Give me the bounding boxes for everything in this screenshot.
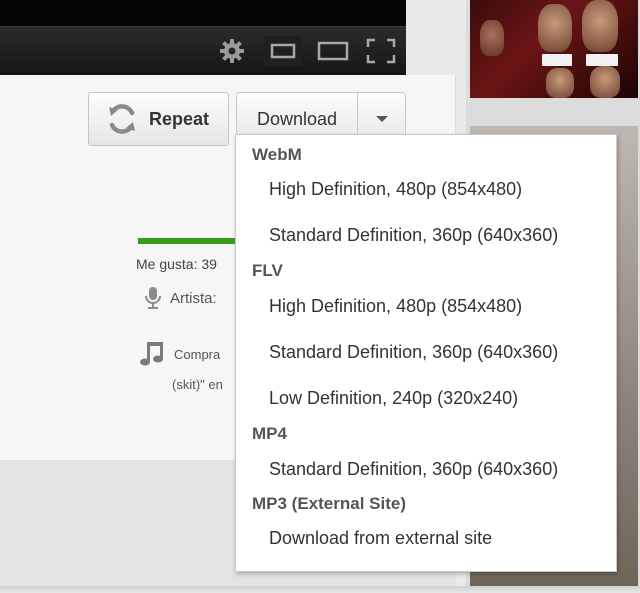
download-label: Download <box>256 108 338 129</box>
menu-group-header: MP4 <box>252 424 287 443</box>
buy-link[interactable]: Compra <box>174 340 220 368</box>
menu-item-flv-480p[interactable]: High Definition, 480p (854x480) <box>269 296 522 317</box>
video-area[interactable] <box>0 0 406 26</box>
menu-item-flv-240p[interactable]: Low Definition, 240p (320x240) <box>269 388 518 409</box>
fullscreen-button[interactable] <box>360 36 402 66</box>
buy-row: Compra <box>140 340 220 368</box>
buy-link-subtext: (skit)" en <box>172 377 223 392</box>
page-edge <box>0 586 640 593</box>
menu-item-mp3-external[interactable]: Download from external site <box>269 528 492 549</box>
menu-group-header: WebM <box>252 145 302 164</box>
caret-down-icon <box>375 116 388 122</box>
menu-group-header: MP3 (External Site) <box>252 494 406 513</box>
settings-button[interactable] <box>214 36 250 66</box>
fullscreen-icon <box>366 38 396 64</box>
artist-label: Artista: <box>170 289 217 307</box>
likes-bar <box>138 238 238 244</box>
menu-item-webm-360p[interactable]: Standard Definition, 360p (640x360) <box>269 225 558 246</box>
menu-item-flv-360p[interactable]: Standard Definition, 360p (640x360) <box>269 342 558 363</box>
large-player-icon <box>317 41 349 61</box>
repeat-label: Repeat <box>149 108 210 129</box>
repeat-button[interactable]: Repeat <box>88 92 229 146</box>
menu-item-mp4-360p[interactable]: Standard Definition, 360p (640x360) <box>269 459 558 480</box>
small-player-icon <box>270 43 296 59</box>
large-player-button[interactable] <box>312 36 354 66</box>
small-player-button[interactable] <box>264 36 302 66</box>
related-video-thumbnail[interactable] <box>470 0 638 98</box>
likes-count: Me gusta: 39 <box>136 256 217 272</box>
artist-row: Artista: <box>144 286 217 310</box>
microphone-icon <box>145 287 161 309</box>
repeat-icon <box>109 104 135 134</box>
music-note-icon <box>140 342 163 366</box>
download-format-menu: WebM High Definition, 480p (854x480) Sta… <box>235 134 617 572</box>
menu-group-header: FLV <box>252 261 283 280</box>
menu-item-webm-480p[interactable]: High Definition, 480p (854x480) <box>269 179 522 200</box>
gear-icon <box>220 39 244 63</box>
